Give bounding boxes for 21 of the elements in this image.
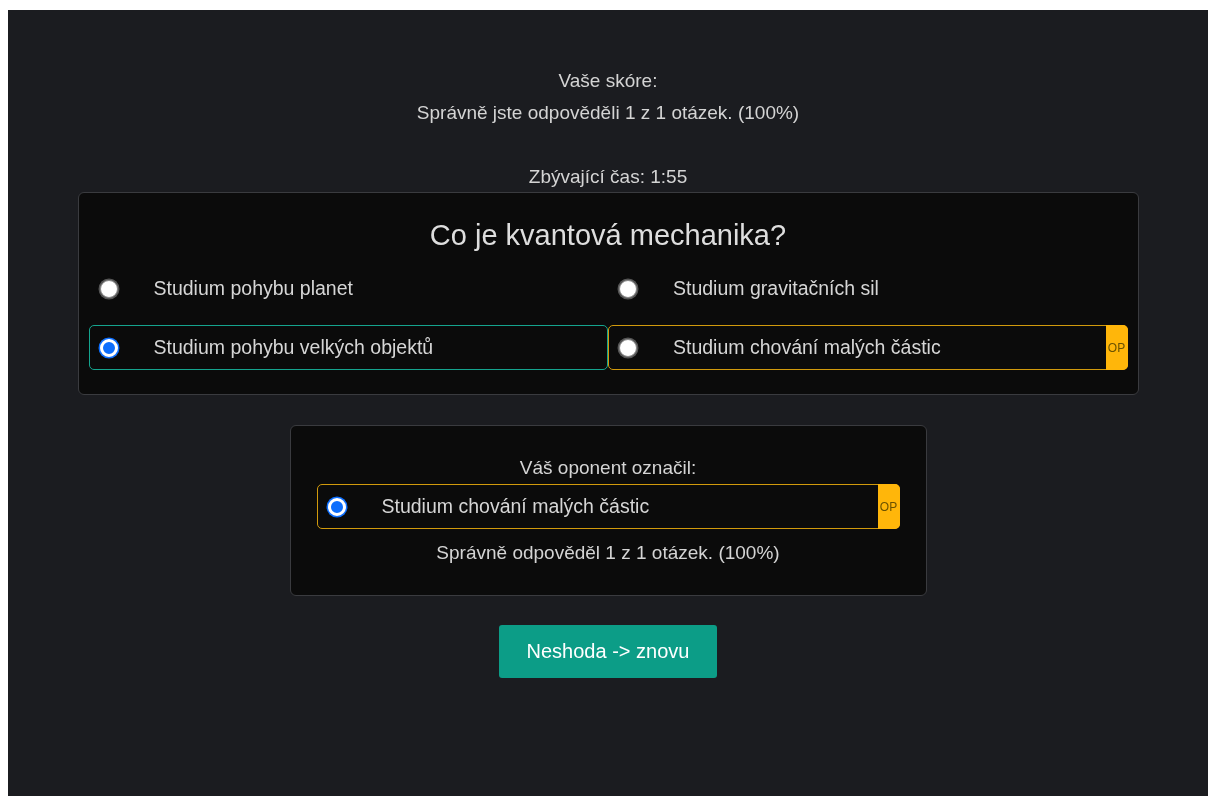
answer-option[interactable]: Studium gravitačních sil bbox=[608, 266, 1128, 311]
score-heading: Vaše skóre: bbox=[558, 69, 658, 93]
score-result: Správně jste odpověděli 1 z 1 otázek. (100%) bbox=[416, 101, 800, 125]
opponent-heading: Váš oponent označil: bbox=[519, 456, 697, 480]
option-label: Studium pohybu velkých objektů bbox=[153, 336, 434, 359]
radio-button[interactable] bbox=[619, 338, 637, 357]
option-label: Studium chování malých částic bbox=[673, 336, 941, 359]
opponent-result: Správně odpověděl 1 z 1 otázek. (100%) bbox=[436, 541, 780, 565]
time-left: Zbývající čas: 1:55 bbox=[528, 165, 688, 189]
answer-option[interactable]: Studium pohybu velkých objektů bbox=[88, 325, 608, 370]
answer-option[interactable]: Studium chování malých částic OP bbox=[316, 484, 900, 529]
radio-button[interactable] bbox=[619, 279, 637, 298]
answer-option[interactable]: Studium chování malých částic OP bbox=[608, 325, 1128, 370]
option-label: Studium chování malých částic bbox=[381, 495, 650, 518]
radio-button[interactable] bbox=[99, 279, 118, 298]
opponent-badge: OP bbox=[877, 484, 900, 529]
question-title: Co je kvantová mechanika? bbox=[429, 219, 787, 252]
option-label: Studium gravitačních sil bbox=[673, 277, 879, 300]
opponent-badge: OP bbox=[1105, 325, 1128, 370]
answer-option[interactable]: Studium pohybu planet bbox=[88, 266, 608, 311]
option-label: Studium pohybu planet bbox=[153, 277, 353, 300]
